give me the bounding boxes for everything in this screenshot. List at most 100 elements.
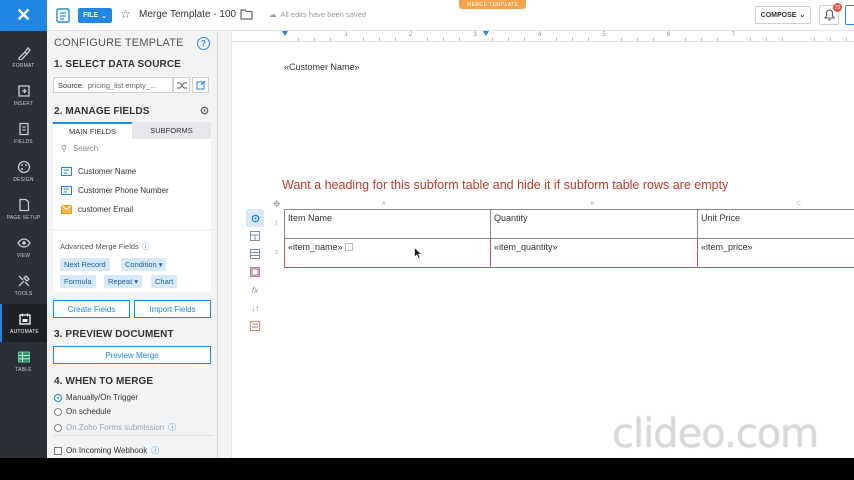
table-move-icon[interactable]: ✥ — [273, 199, 281, 210]
rail-item-label: TOOLS — [14, 290, 33, 297]
table-header-cell[interactable]: Quantity — [490, 209, 698, 239]
clideo-watermark: clideo.com — [612, 411, 819, 457]
subform-table[interactable]: Item Name Quantity Unit Price «item_name… — [284, 209, 854, 268]
rail-item-fields[interactable]: FIELDS — [0, 114, 47, 152]
table-settings-gear-icon[interactable] — [246, 209, 264, 227]
table-tool-column: fx ↓↑ — [246, 209, 264, 335]
file-menu-button[interactable]: FILE ⌄ — [78, 8, 113, 23]
subform-heading[interactable]: Want a heading for this subform table an… — [282, 178, 728, 192]
caret-down-icon: ▾ — [134, 277, 138, 286]
formula-button[interactable]: Formula — [60, 275, 96, 288]
panel-title: CONFIGURE TEMPLATE — [54, 37, 184, 49]
rail-item-tools[interactable]: TOOLS — [0, 266, 47, 304]
folder-icon[interactable] — [240, 8, 253, 20]
next-record-button[interactable]: Next Record — [60, 258, 110, 271]
table-layout-icon[interactable] — [246, 245, 264, 263]
section-select-data-source: 1. SELECT DATA SOURCE — [54, 59, 181, 70]
configure-template-panel: CONFIGURE TEMPLATE ? 1. SELECT DATA SOUR… — [47, 31, 218, 458]
star-icon[interactable]: ☆ — [120, 7, 131, 21]
import-fields-button[interactable]: Import Fields — [134, 300, 211, 318]
table-icon — [16, 350, 32, 364]
info-icon[interactable]: ⓘ — [168, 422, 176, 433]
rail-item-label: DESIGN — [13, 176, 34, 183]
shuffle-source-button[interactable] — [173, 77, 190, 93]
table-column-letters: A B C — [284, 201, 854, 208]
format-brush-icon — [16, 46, 32, 60]
rail-item-page-setup[interactable]: PAGE SETUP — [0, 190, 47, 228]
info-icon[interactable]: ⓘ — [142, 241, 150, 252]
advanced-merge-fields: Advanced Merge Fields ⓘ Next Record Condi… — [53, 231, 211, 292]
fields-search[interactable]: ⚲ Search — [61, 144, 98, 153]
ruler-tick — [298, 38, 300, 41]
formula-icon[interactable]: fx — [246, 281, 264, 299]
ruler-tick — [507, 38, 509, 41]
rail-item-insert[interactable]: INSERT — [0, 76, 47, 114]
tab-stop-marker[interactable] — [483, 31, 489, 36]
compose-button[interactable]: COMPOSE ⌄ — [755, 6, 811, 24]
info-icon[interactable]: ⓘ — [151, 445, 159, 456]
table-format-icon[interactable] — [246, 317, 264, 335]
horizontal-ruler[interactable]: 1 2 3 4 5 6 7 — [232, 31, 854, 42]
ruler-tick — [636, 38, 638, 41]
help-icon[interactable]: ? — [197, 37, 210, 50]
field-item-customer-name[interactable]: Customer Name — [61, 167, 136, 176]
notification-count-badge: 29 — [833, 3, 842, 12]
notifications-button[interactable]: 29 — [819, 3, 842, 25]
preview-merge-button[interactable]: Preview Merge — [53, 346, 211, 364]
row-number: 2 — [275, 250, 278, 256]
rail-item-label: AUTOMATE — [10, 328, 39, 335]
repeat-button[interactable]: Repeat ▾ — [104, 275, 142, 288]
rail-item-design[interactable]: DESIGN — [0, 152, 47, 190]
customer-name-merge-field[interactable]: «Customer Name» — [284, 62, 360, 72]
sort-icon[interactable]: ↓↑ — [246, 299, 264, 317]
left-indent-marker[interactable] — [282, 31, 288, 36]
field-item-customer-email[interactable]: customer Email — [61, 205, 133, 214]
edit-source-button[interactable] — [192, 77, 209, 93]
rail-item-table[interactable]: TABLE — [0, 342, 47, 380]
table-cell[interactable]: «item_quantity» — [490, 238, 698, 268]
condition-button[interactable]: Condition ▾ — [121, 258, 167, 271]
table-header-cell[interactable]: Item Name — [284, 209, 491, 239]
table-style-icon[interactable] — [246, 263, 264, 281]
table-grid-icon[interactable] — [246, 227, 264, 245]
ruler-tick — [378, 38, 380, 41]
rail-item-label: TABLE — [15, 366, 32, 373]
gear-icon[interactable] — [199, 105, 210, 116]
create-fields-button[interactable]: Create Fields — [53, 300, 130, 318]
radio-manual-trigger[interactable]: Manually/On Trigger — [54, 393, 138, 402]
field-item-customer-phone[interactable]: Customer Phone Number — [61, 186, 169, 195]
cell-options-icon[interactable] — [344, 243, 353, 251]
save-status: ☁ All edits have been saved — [269, 10, 366, 19]
advanced-merge-fields-title: Advanced Merge Fields — [60, 242, 139, 251]
search-icon: ⚲ — [61, 144, 67, 153]
rail-item-format[interactable]: FORMAT — [0, 38, 47, 76]
chart-button[interactable]: Chart — [151, 275, 178, 288]
document-title[interactable]: Merge Template - 100 — [139, 9, 236, 20]
checkbox-incoming-webhook[interactable]: On Incoming Webhook ⓘ — [54, 445, 159, 456]
row-number: 1 — [275, 221, 278, 227]
close-icon[interactable]: ✕ — [0, 0, 47, 31]
document-page[interactable]: «Customer Name» Want a heading for this … — [232, 42, 854, 458]
table-cell[interactable]: «item_price» — [697, 238, 854, 268]
mouse-cursor-icon — [414, 247, 422, 259]
top-bar: FILE ⌄ ☆ Merge Template - 100 ☁ All edits … — [47, 0, 854, 31]
ruler-tick — [685, 38, 687, 41]
tools-icon — [16, 274, 32, 288]
fields-icon — [16, 122, 32, 136]
table-header-cell[interactable]: Unit Price — [697, 209, 854, 239]
section-preview-document: 3. PREVIEW DOCUMENT — [54, 329, 174, 340]
data-source-selector[interactable]: Source: pricing_list empty_... — [53, 77, 173, 93]
radio-zoho-forms[interactable]: On Zoho Forms submission ⓘ — [54, 422, 176, 433]
table-cell[interactable]: «item_name» — [284, 238, 491, 268]
radio-on-schedule[interactable]: On schedule — [54, 407, 111, 416]
tab-main-fields[interactable]: MAIN FIELDS — [53, 122, 132, 139]
rail-item-automate[interactable]: AUTOMATE — [0, 304, 47, 342]
table-header-row: Item Name Quantity Unit Price — [284, 209, 854, 239]
rail-item-view[interactable]: VIEW — [0, 228, 47, 266]
automate-icon — [17, 312, 33, 326]
field-email-icon — [61, 205, 72, 214]
side-panel-toggle[interactable] — [845, 5, 854, 25]
ruler-tick — [749, 38, 751, 41]
tab-subforms[interactable]: SUBFORMS — [132, 122, 211, 139]
edit-icon — [196, 80, 205, 90]
